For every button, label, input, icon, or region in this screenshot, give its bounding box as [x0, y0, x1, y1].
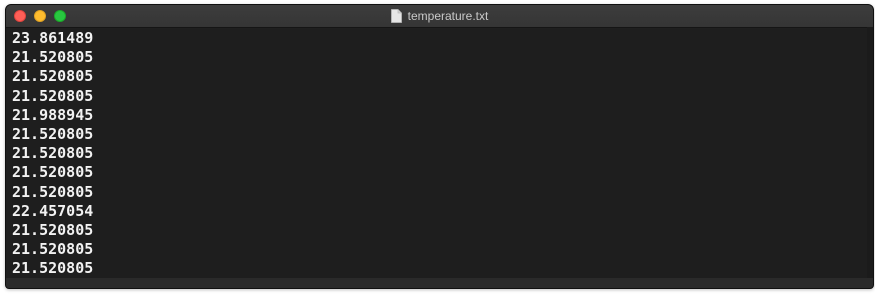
vertical-scrollbar[interactable] [867, 27, 873, 288]
text-line: 21.520805 [12, 221, 94, 240]
text-line: 22.457054 [12, 201, 94, 220]
text-editor-window: temperature.txt 23.861489 21.520805 21.5… [5, 4, 874, 289]
text-line: 21.520805 [12, 182, 94, 201]
text-line: 21.520805 [12, 67, 94, 86]
window-title: temperature.txt [407, 9, 489, 23]
title-bar[interactable]: temperature.txt [6, 5, 873, 28]
window-title-area: temperature.txt [6, 5, 873, 27]
text-line: 21.520805 [12, 86, 94, 105]
text-line: 21.520805 [12, 240, 94, 259]
text-line: 23.861489 [12, 29, 94, 47]
bottom-bar [6, 278, 873, 288]
text-content-area[interactable]: 23.861489 21.520805 21.520805 21.520805 … [12, 29, 867, 278]
text-line: 21.520805 [12, 259, 94, 278]
text-line: 21.520805 [12, 125, 94, 144]
text-line: 21.520805 [12, 163, 94, 182]
text-line: 21.520805 [12, 144, 94, 163]
text-line: 21.520805 [12, 48, 94, 67]
file-lines: 23.861489 21.520805 21.520805 21.520805 … [12, 29, 867, 279]
text-line: 21.988945 [12, 105, 94, 124]
document-icon [390, 9, 402, 23]
